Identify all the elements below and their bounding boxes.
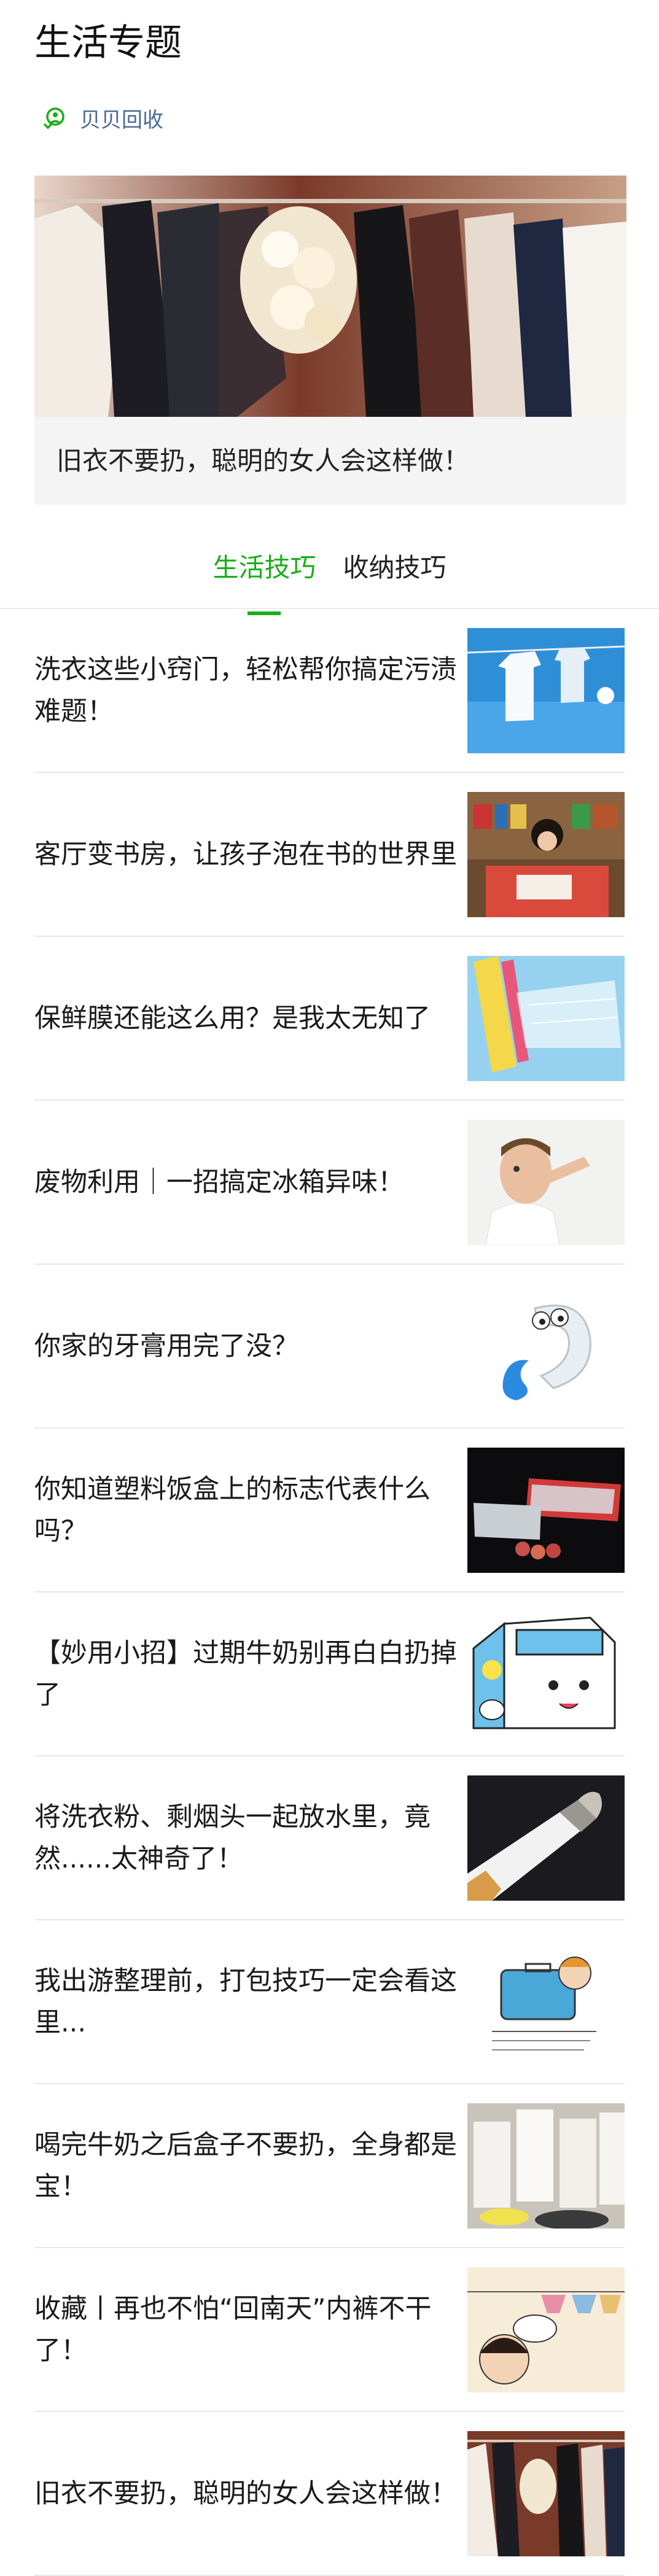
article-title: 喝完牛奶之后盒子不要扔，全身都是宝！ — [34, 2129, 457, 2202]
tab-storage-tips[interactable]: 收纳技巧 — [343, 534, 446, 608]
article-title: 【妙用小招】过期牛奶别再白白扔掉了 — [34, 1637, 457, 1710]
suitcase-cartoon-image — [467, 1939, 625, 2065]
category-tabs: 生活技巧 收纳技巧 — [0, 534, 659, 615]
account-link[interactable]: 贝贝回收 — [39, 98, 163, 138]
article-title: 废物利用｜一招搞定冰箱异味！ — [34, 1166, 404, 1198]
article-title: 收藏丨再也不怕“回南天”内裤不干了！ — [34, 2293, 432, 2366]
laundry-line-image — [467, 628, 625, 753]
list-item[interactable]: 将洗衣粉、剩烟头一起放水里，竟然......太神奇了！ — [34, 1756, 625, 1920]
plastic-wrap-image — [467, 956, 625, 1081]
plastic-lunchbox-image — [467, 1448, 625, 1573]
account-name: 贝贝回收 — [80, 108, 163, 132]
list-item[interactable]: 你家的牙膏用完了没？ — [34, 1265, 625, 1429]
milk-boxes-image — [467, 2103, 625, 2229]
article-title: 客厅变书房，让孩子泡在书的世界里 — [34, 839, 457, 870]
list-item[interactable]: 旧衣不要扔，聪明的女人会这样做！ — [34, 2412, 625, 2576]
list-item[interactable]: 喝完牛奶之后盒子不要扔，全身都是宝！ — [34, 2084, 625, 2248]
clothes-rack-image — [34, 176, 626, 417]
featured-article[interactable]: 旧衣不要扔，聪明的女人会这样做！ — [34, 176, 626, 505]
child-reading-room-image — [467, 792, 625, 917]
list-item[interactable]: 你知道塑料饭盒上的标志代表什么吗？ — [34, 1429, 625, 1593]
underwear-cartoon-image — [467, 2267, 625, 2392]
list-item[interactable]: 客厅变书房，让孩子泡在书的世界里 — [34, 773, 625, 937]
list-item[interactable]: 【妙用小招】过期牛奶别再白白扔掉了 — [34, 1593, 625, 1756]
man-holding-nose-image — [467, 1120, 625, 1245]
list-item[interactable]: 我出游整理前，打包技巧一定会看这里... — [34, 1920, 625, 2084]
article-title: 旧衣不要扔，聪明的女人会这样做！ — [34, 2478, 457, 2509]
list-item[interactable]: 洗衣这些小窍门，轻松帮你搞定污渍难题！ — [34, 609, 625, 773]
list-item[interactable]: 收藏丨再也不怕“回南天”内裤不干了！ — [34, 2248, 625, 2412]
cigarette-image — [467, 1775, 625, 1901]
article-title: 你家的牙膏用完了没？ — [34, 1330, 298, 1362]
milk-carton-cartoon-image — [467, 1612, 625, 1737]
article-title: 将洗衣粉、剩烟头一起放水里，竟然......太神奇了！ — [34, 1801, 431, 1874]
list-item[interactable]: 保鲜膜还能这么用？是我太无知了 — [34, 937, 625, 1101]
recycle-person-icon — [43, 107, 64, 130]
article-title: 你知道塑料饭盒上的标志代表什么吗？ — [34, 1473, 431, 1546]
article-title: 保鲜膜还能这么用？是我太无知了 — [34, 1003, 431, 1034]
featured-article-title: 旧衣不要扔，聪明的女人会这样做！ — [57, 446, 470, 476]
article-title: 洗衣这些小窍门，轻松帮你搞定污渍难题！ — [34, 654, 457, 727]
tab-life-tips[interactable]: 生活技巧 — [213, 534, 316, 615]
clothes-rack-image — [467, 2431, 625, 2556]
toothpaste-cartoon-image — [467, 1284, 625, 1409]
list-item[interactable]: 废物利用｜一招搞定冰箱异味！ — [34, 1101, 625, 1265]
article-list: 洗衣这些小窍门，轻松帮你搞定污渍难题！ 客厅变书房，让孩子泡在书的世界里 保鲜膜… — [0, 609, 659, 2576]
page-title: 生活专题 — [34, 21, 182, 64]
article-title: 我出游整理前，打包技巧一定会看这里... — [34, 1965, 457, 2038]
